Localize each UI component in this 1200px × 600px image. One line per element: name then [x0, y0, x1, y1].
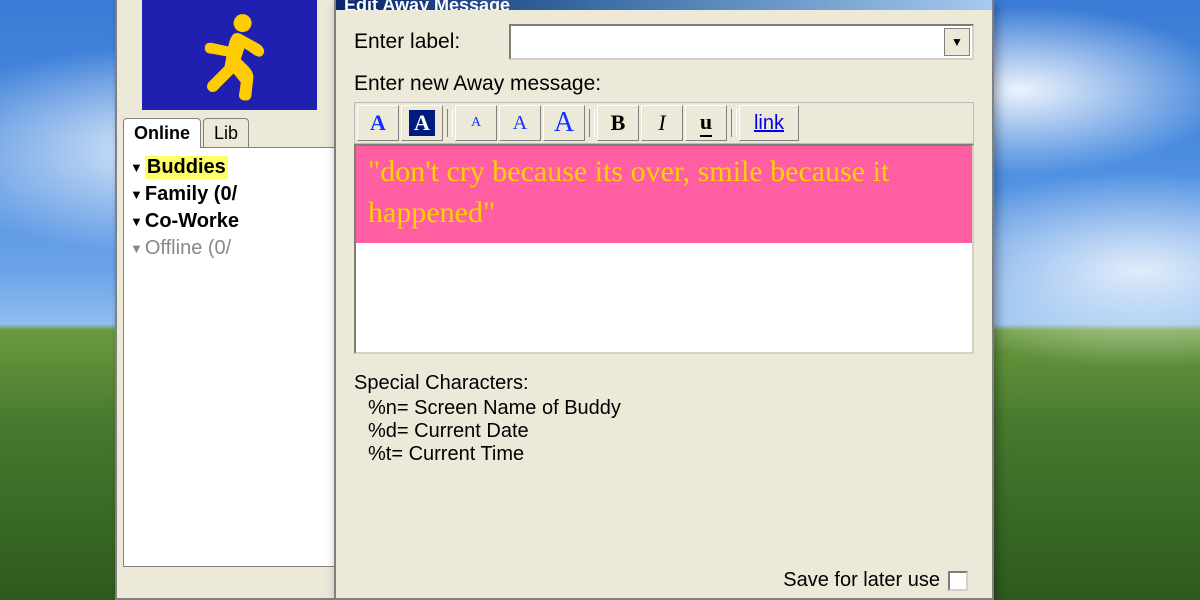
group-coworkers[interactable]: ▼ Co-Worke [128, 208, 362, 235]
message-editor[interactable]: "don't cry because its over, smile becau… [354, 144, 974, 354]
dropdown-button[interactable]: ▼ [944, 28, 970, 56]
save-label: Save for later use [783, 569, 940, 592]
italic-button[interactable]: I [641, 105, 683, 141]
tab-online[interactable]: Online [123, 118, 201, 148]
running-man-icon [185, 8, 275, 103]
enter-label-text: Enter label: [354, 30, 509, 54]
special-char-line: %n= Screen Name of Buddy [368, 397, 974, 420]
message-text: "don't cry because its over, smile becau… [356, 146, 972, 243]
link-button[interactable]: link [739, 105, 799, 141]
away-message-dialog: Edit Away Message Enter label: ▼ Enter n… [334, 0, 994, 600]
toolbar-separator [447, 109, 453, 137]
dialog-title: Edit Away Message [344, 0, 510, 10]
special-char-line: %d= Current Date [368, 420, 974, 443]
font-size-big-button[interactable]: A [543, 105, 585, 141]
underline-button[interactable]: u [685, 105, 727, 141]
group-label: Co-Worke [145, 210, 239, 233]
buddy-list[interactable]: ▼ Buddies ▼ Family (0/ ▼ Co-Worke ▼ Offl… [123, 147, 367, 567]
group-family[interactable]: ▼ Family (0/ [128, 181, 362, 208]
special-chars-header: Special Characters: [354, 372, 974, 395]
underline-glyph: u [700, 109, 712, 137]
group-label: Family (0/ [145, 183, 237, 206]
save-checkbox[interactable] [948, 571, 968, 591]
bold-button[interactable]: B [597, 105, 639, 141]
special-chars-section: Special Characters: %n= Screen Name of B… [354, 372, 974, 466]
label-combobox[interactable]: ▼ [509, 24, 974, 60]
save-for-later-row: Save for later use [783, 569, 968, 592]
collapse-icon: ▼ [130, 241, 143, 256]
toolbar-separator [731, 109, 737, 137]
text-color-button[interactable]: A [357, 105, 399, 141]
collapse-icon: ▼ [130, 187, 143, 202]
group-buddies[interactable]: ▼ Buddies [128, 154, 362, 181]
font-size-med-button[interactable]: A [499, 105, 541, 141]
enter-message-label: Enter new Away message: [354, 72, 974, 96]
group-offline[interactable]: ▼ Offline (0/ [128, 235, 362, 262]
aim-logo [142, 0, 317, 110]
collapse-icon: ▼ [130, 214, 143, 229]
format-toolbar: A A A A A B I u link [354, 102, 974, 144]
group-label: Buddies [145, 156, 228, 179]
tab-lib[interactable]: Lib [203, 118, 249, 148]
bg-color-glyph: A [409, 110, 435, 136]
bg-color-button[interactable]: A [401, 105, 443, 141]
collapse-icon: ▼ [130, 160, 143, 175]
font-size-small-button[interactable]: A [455, 105, 497, 141]
chevron-down-icon: ▼ [951, 35, 963, 49]
dialog-titlebar[interactable]: Edit Away Message [336, 0, 992, 10]
toolbar-separator [589, 109, 595, 137]
group-label: Offline (0/ [145, 237, 231, 260]
special-char-line: %t= Current Time [368, 443, 974, 466]
